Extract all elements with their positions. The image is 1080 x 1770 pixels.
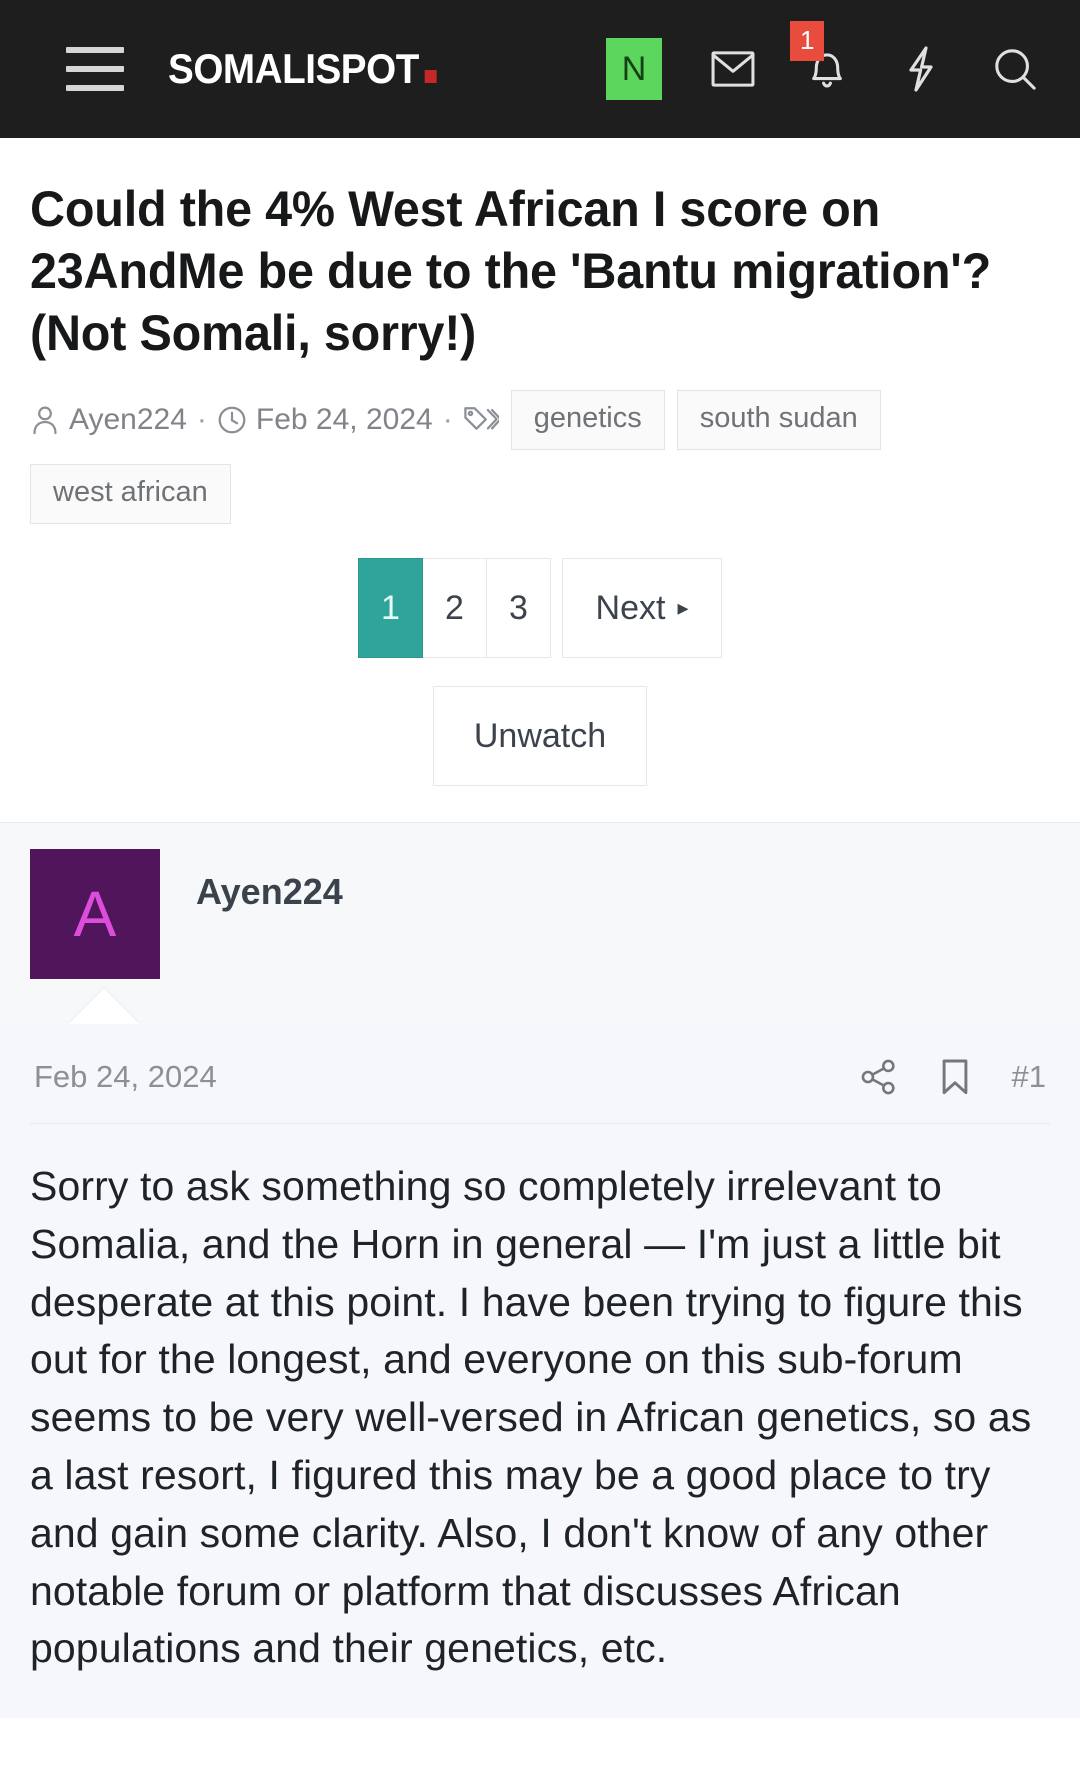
thread-tags-second-row: west african — [30, 464, 1050, 524]
hamburger-bar — [66, 85, 124, 91]
post-1: A Ayen224 Feb 24, 2024 #1 Sorry to ask s… — [0, 822, 1080, 1719]
page-button-1[interactable]: 1 — [358, 558, 423, 658]
site-header: SOMALISPOT N 1 — [0, 0, 1080, 138]
meta-separator: · — [196, 403, 207, 436]
site-logo[interactable]: SOMALISPOT — [168, 45, 437, 93]
bubble-arrow-icon — [68, 988, 140, 1024]
hamburger-menu-icon[interactable] — [66, 47, 124, 91]
logo-dot-icon — [424, 70, 437, 83]
thread-header: Could the 4% West African I score on 23A… — [0, 138, 1080, 822]
clock-icon — [217, 405, 247, 435]
alerts-bell-icon[interactable]: 1 — [790, 21, 850, 95]
hamburger-bar — [66, 47, 124, 53]
search-icon[interactable] — [992, 43, 1038, 95]
post-author-name[interactable]: Ayen224 — [196, 871, 343, 913]
next-page-label: Next — [595, 588, 666, 627]
thread-date-text: Feb 24, 2024 — [255, 403, 433, 436]
post-user-header: A Ayen224 — [0, 823, 1080, 1024]
page-button-2[interactable]: 2 — [422, 558, 487, 658]
avatar[interactable]: A — [30, 849, 160, 979]
pagination: 1 2 3 Next ▸ — [358, 558, 722, 658]
user-icon — [30, 404, 60, 436]
post-meta-row: Feb 24, 2024 #1 — [30, 1023, 1050, 1124]
chevron-right-icon: ▸ — [677, 595, 689, 620]
hamburger-bar — [66, 66, 124, 72]
new-posts-badge[interactable]: N — [606, 38, 662, 100]
post-date[interactable]: Feb 24, 2024 — [34, 1059, 217, 1095]
thread-author[interactable]: Ayen224 — [30, 404, 187, 436]
next-page-button[interactable]: Next ▸ — [562, 558, 722, 658]
alerts-count-badge: 1 — [790, 21, 825, 61]
watch-container: Unwatch — [30, 686, 1050, 822]
thread-date: Feb 24, 2024 — [217, 405, 433, 435]
thread-meta: Ayen224 · Feb 24, 2024 · genetics south … — [30, 390, 1050, 450]
post-number[interactable]: #1 — [1012, 1059, 1046, 1095]
share-icon[interactable] — [860, 1058, 898, 1096]
post-content: Feb 24, 2024 #1 Sorry to ask something s… — [0, 1023, 1080, 1719]
post-action-bar: #1 — [860, 1057, 1046, 1097]
header-actions: N 1 — [606, 21, 1054, 100]
post-text: Sorry to ask something so completely irr… — [30, 1163, 1032, 1672]
meta-separator: · — [442, 403, 453, 436]
page-button-3[interactable]: 3 — [486, 558, 551, 658]
thread-title: Could the 4% West African I score on 23A… — [30, 181, 992, 361]
unwatch-button[interactable]: Unwatch — [432, 686, 648, 786]
bookmark-icon[interactable] — [938, 1057, 972, 1097]
inbox-envelope-icon[interactable] — [710, 43, 756, 95]
thread-tag[interactable]: west african — [30, 464, 231, 524]
thread-tag[interactable]: genetics — [510, 390, 665, 450]
site-logo-text: SOMALISPOT — [168, 45, 419, 92]
thread-author-name: Ayen224 — [69, 403, 187, 436]
tags-icon — [463, 405, 499, 435]
lightning-bolt-icon[interactable] — [898, 43, 944, 95]
pagination-container: 1 2 3 Next ▸ — [30, 558, 1050, 658]
thread-tag[interactable]: south sudan — [676, 390, 881, 450]
